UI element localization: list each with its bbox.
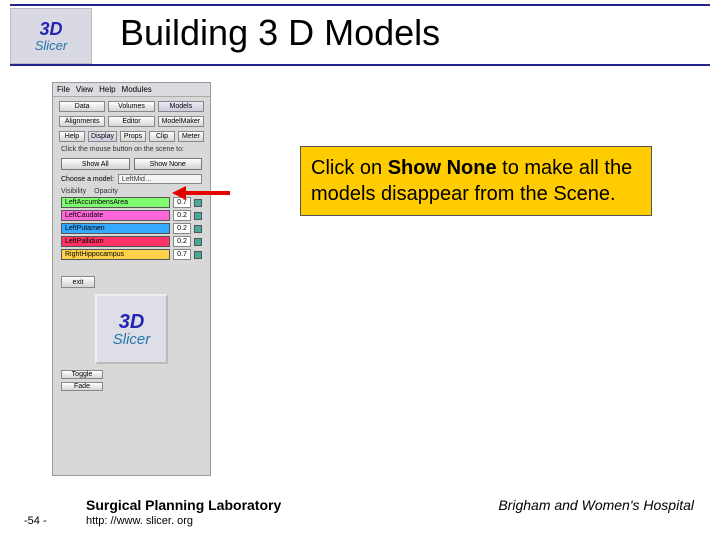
3d-view-thumbnail: 3D Slicer bbox=[95, 294, 168, 364]
model-visibility-check[interactable] bbox=[194, 212, 202, 220]
menu-modules[interactable]: Modules bbox=[122, 85, 152, 94]
tab-meter[interactable]: Meter bbox=[178, 131, 204, 142]
tab-display[interactable]: Display bbox=[88, 131, 117, 142]
model-opacity[interactable]: 0.2 bbox=[173, 210, 191, 221]
model-row: LeftPutamen 0.2 bbox=[61, 223, 202, 234]
logo-slicer-text: Slicer bbox=[35, 38, 68, 53]
toggle-button[interactable]: Toggle bbox=[61, 370, 103, 379]
header-rule-top bbox=[10, 4, 710, 6]
tab-props[interactable]: Props bbox=[120, 131, 146, 142]
model-visibility-check[interactable] bbox=[194, 225, 202, 233]
model-row: LeftCaudate 0.2 bbox=[61, 210, 202, 221]
menu-view[interactable]: View bbox=[76, 85, 93, 94]
model-opacity[interactable]: 0.2 bbox=[173, 223, 191, 234]
tab-row: Help Display Props Clip Meter bbox=[59, 131, 204, 142]
menu-file[interactable]: File bbox=[57, 85, 70, 94]
logo-3d-text: 3D bbox=[39, 19, 62, 40]
tab-help[interactable]: Help bbox=[59, 131, 85, 142]
model-swatch[interactable]: LeftCaudate bbox=[61, 210, 170, 221]
model-opacity[interactable]: 0.2 bbox=[173, 236, 191, 247]
model-row: RightHippocampus 0.7 bbox=[61, 249, 202, 260]
choose-model-combo[interactable]: LeftMid… bbox=[118, 174, 202, 184]
slicer-logo: 3D Slicer bbox=[10, 8, 92, 64]
callout-pre: Click on bbox=[311, 157, 388, 179]
model-row: LeftPallidum 0.2 bbox=[61, 236, 202, 247]
model-swatch[interactable]: LeftAccumbensArea bbox=[61, 197, 170, 208]
pointer-arrow-icon bbox=[172, 186, 230, 200]
show-all-button[interactable]: Show All bbox=[61, 158, 130, 170]
menu-help[interactable]: Help bbox=[99, 85, 115, 94]
btn-models[interactable]: Models bbox=[158, 101, 204, 112]
btn-data[interactable]: Data bbox=[59, 101, 105, 112]
col-visibility: Visibility bbox=[61, 188, 86, 195]
footer-lab: Surgical Planning Laboratory bbox=[86, 497, 281, 513]
menubar: File View Help Modules bbox=[53, 83, 210, 97]
choose-model-label: Choose a model: bbox=[61, 176, 114, 183]
exit-button[interactable]: exit bbox=[61, 276, 95, 288]
model-swatch[interactable]: LeftPutamen bbox=[61, 223, 170, 234]
btn-alignments[interactable]: Alignments bbox=[59, 116, 105, 127]
app-screenshot: File View Help Modules Data Volumes Mode… bbox=[52, 82, 211, 476]
callout-bold: Show None bbox=[388, 157, 497, 179]
show-none-button[interactable]: Show None bbox=[134, 158, 203, 170]
footer-url: http: //www. slicer. org bbox=[86, 515, 193, 527]
btn-modelmaker[interactable]: ModelMaker bbox=[158, 116, 204, 127]
header-rule-bottom bbox=[10, 64, 710, 66]
choose-model-row: Choose a model: LeftMid… bbox=[61, 174, 202, 184]
bottom-buttons: Toggle Fade bbox=[61, 370, 103, 391]
col-opacity: Opacity bbox=[94, 188, 118, 195]
btn-volumes[interactable]: Volumes bbox=[108, 101, 154, 112]
model-visibility-check[interactable] bbox=[194, 251, 202, 259]
model-opacity[interactable]: 0.7 bbox=[173, 249, 191, 260]
footer-page: -54 - bbox=[24, 515, 47, 527]
module-row-2: Alignments Editor ModelMaker bbox=[59, 116, 204, 127]
slide-title: Building 3 D Models bbox=[120, 12, 440, 54]
panel-instruction: Click the mouse button on the scene to: bbox=[61, 146, 202, 154]
footer-hospital: Brigham and Women's Hospital bbox=[498, 497, 694, 513]
instruction-callout: Click on Show None to make all the model… bbox=[300, 146, 652, 216]
btn-editor[interactable]: Editor bbox=[108, 116, 154, 127]
model-swatch[interactable]: LeftPallidum bbox=[61, 236, 170, 247]
model-visibility-check[interactable] bbox=[194, 238, 202, 246]
module-row-1: Data Volumes Models bbox=[59, 101, 204, 112]
tab-clip[interactable]: Clip bbox=[149, 131, 175, 142]
fade-button[interactable]: Fade bbox=[61, 382, 103, 391]
thumb-slicer-text: Slicer bbox=[113, 331, 151, 348]
show-buttons: Show All Show None bbox=[61, 158, 202, 170]
model-swatch[interactable]: RightHippocampus bbox=[61, 249, 170, 260]
